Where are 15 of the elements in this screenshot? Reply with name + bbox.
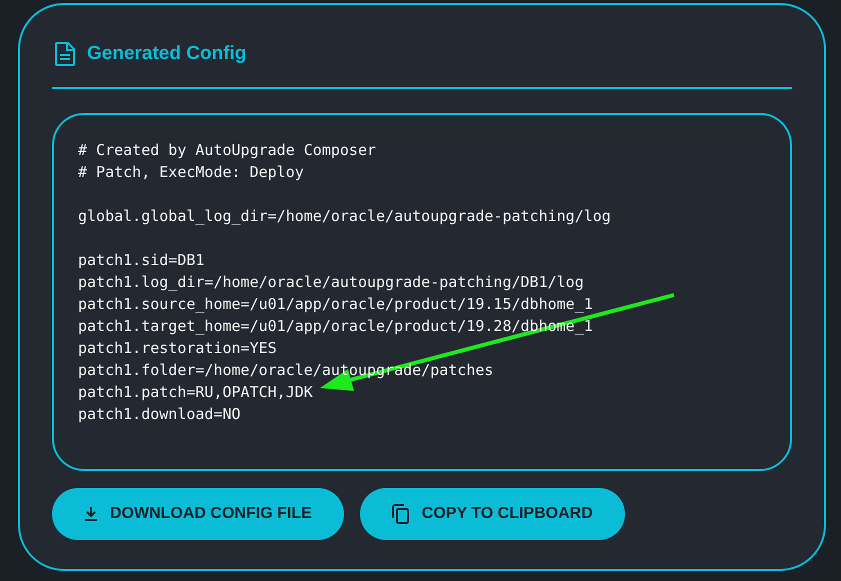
action-button[interactable]: DOWNLOAD CONFIG FILE bbox=[52, 488, 344, 540]
code-line: patch1.patch=RU,OPATCH,JDK bbox=[78, 382, 314, 403]
panel-title: Generated Config bbox=[87, 43, 246, 65]
code-line: patch1.log_dir=/home/oracle/autoupgrade-patching/DB1/log bbox=[78, 272, 585, 293]
code-line: # Patch, ExecMode: Deploy bbox=[78, 162, 305, 183]
document-icon bbox=[55, 42, 75, 66]
code-line: patch1.restoration=YES bbox=[78, 338, 278, 359]
action-button[interactable]: COPY TO CLIPBOARD bbox=[360, 488, 625, 540]
code-line: # Created by AutoUpgrade Composer bbox=[78, 140, 378, 161]
copy-icon bbox=[392, 504, 410, 524]
code-line: patch1.sid=DB1 bbox=[78, 250, 206, 271]
download-icon bbox=[84, 506, 98, 522]
code-line: patch1.download=NO bbox=[78, 404, 242, 425]
code-line: global.global_log_dir=/home/oracle/autoupgrade-patching/log bbox=[78, 206, 612, 227]
code-line: patch1.source_home=/u01/app/oracle/product/19.15/dbhome_1 bbox=[78, 294, 594, 315]
